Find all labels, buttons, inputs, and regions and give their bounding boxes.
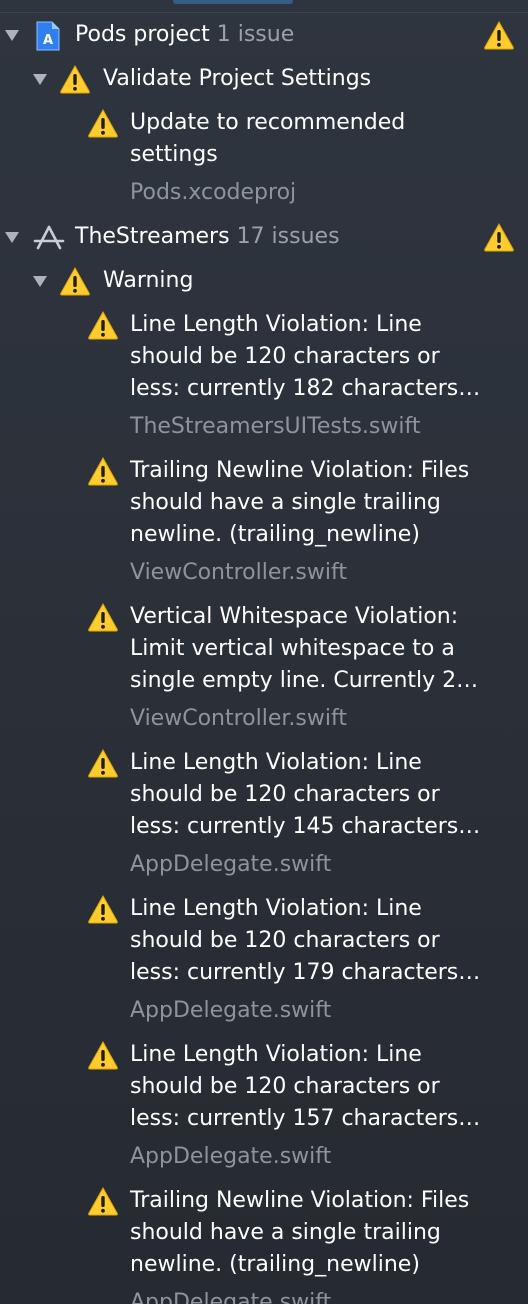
issue-file: AppDelegate.swift: [130, 1144, 332, 1169]
group-name: Pods project: [75, 22, 210, 47]
scroll-indicator[interactable]: [173, 0, 293, 4]
category-row-validate-project-settings[interactable]: Validate Project Settings: [0, 63, 528, 101]
issue-item[interactable]: Trailing Newline Violation: Files should…: [0, 1185, 528, 1304]
issue-message: Line Length Violation: Line should be 12…: [130, 896, 481, 985]
issue-item[interactable]: Line Length Violation: Line should be 12…: [0, 747, 528, 887]
issue-file: Pods.xcodeproj: [130, 180, 297, 205]
issue-file: ViewController.swift: [130, 706, 347, 731]
warning-icon: [88, 1186, 118, 1216]
disclosure-triangle-icon[interactable]: [5, 232, 19, 243]
issue-message: Trailing Newline Violation: Files should…: [130, 1188, 470, 1277]
category-name: Warning: [103, 268, 194, 293]
issue-item[interactable]: Update to recommended settings Pods.xcod…: [0, 107, 528, 213]
warning-icon: [484, 20, 514, 50]
issue-file: AppDelegate.swift: [130, 998, 332, 1023]
issue-message: Line Length Violation: Line should be 12…: [130, 1042, 481, 1131]
disclosure-triangle-icon[interactable]: [33, 74, 47, 85]
warning-icon: [88, 894, 118, 924]
issue-message: Line Length Violation: Line should be 12…: [130, 312, 481, 401]
svg-text:A: A: [43, 33, 53, 48]
issue-message: Vertical Whitespace Violation: Limit ver…: [130, 604, 479, 693]
warning-icon: [88, 602, 118, 632]
issue-count: 17 issues: [236, 224, 340, 249]
warning-icon: [88, 748, 118, 778]
disclosure-triangle-icon[interactable]: [5, 30, 19, 41]
issue-count: 1 issue: [216, 22, 295, 47]
issue-file: AppDelegate.swift: [130, 852, 332, 877]
xcodeproj-file-icon: A: [36, 21, 60, 51]
disclosure-triangle-icon[interactable]: [33, 276, 47, 287]
category-row-warning[interactable]: Warning: [0, 265, 528, 303]
issue-message: Update to recommended settings: [130, 110, 406, 167]
issue-item[interactable]: Vertical Whitespace Violation: Limit ver…: [0, 601, 528, 741]
warning-icon: [60, 266, 90, 296]
warning-icon: [60, 64, 90, 94]
issue-file: ViewController.swift: [130, 560, 347, 585]
warning-icon: [88, 310, 118, 340]
issue-item[interactable]: Line Length Violation: Line should be 12…: [0, 309, 528, 449]
group-title: Pods project 1 issue: [75, 19, 294, 51]
issue-file: TheStreamersUITests.swift: [130, 414, 421, 439]
warning-icon: [88, 108, 118, 138]
warning-icon: [88, 1040, 118, 1070]
group-title: TheStreamers 17 issues: [75, 221, 340, 253]
issue-file: AppDelegate.swift: [130, 1290, 332, 1304]
app-target-icon: [33, 225, 65, 250]
issue-item[interactable]: Line Length Violation: Line should be 12…: [0, 893, 528, 1033]
issue-item[interactable]: Line Length Violation: Line should be 12…: [0, 1039, 528, 1179]
category-name: Validate Project Settings: [103, 66, 372, 91]
warning-icon: [484, 222, 514, 252]
group-row-pods-project[interactable]: A Pods project 1 issue: [0, 19, 528, 57]
group-name: TheStreamers: [75, 224, 230, 249]
warning-icon: [88, 456, 118, 486]
issue-message: Line Length Violation: Line should be 12…: [130, 750, 481, 839]
issue-message: Trailing Newline Violation: Files should…: [130, 458, 470, 547]
divider: [0, 12, 528, 13]
issue-item[interactable]: Trailing Newline Violation: Files should…: [0, 455, 528, 595]
group-row-thestreamers[interactable]: TheStreamers 17 issues: [0, 221, 528, 259]
